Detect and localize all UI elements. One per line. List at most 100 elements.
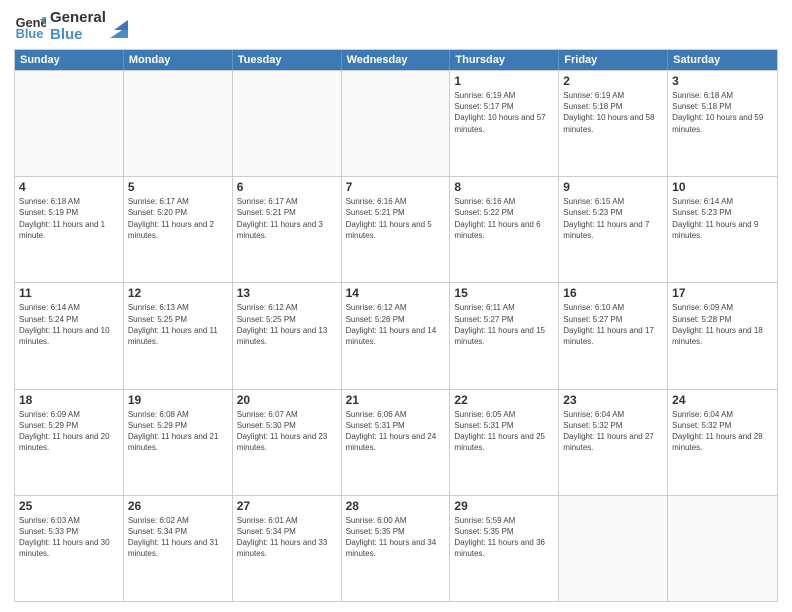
day-info: Sunrise: 6:14 AMSunset: 5:23 PMDaylight:… bbox=[672, 196, 773, 241]
header-tuesday: Tuesday bbox=[233, 50, 342, 70]
logo-blue: Blue bbox=[50, 27, 106, 44]
header-monday: Monday bbox=[124, 50, 233, 70]
header-friday: Friday bbox=[559, 50, 668, 70]
calendar-cell-w2-d7: 10 Sunrise: 6:14 AMSunset: 5:23 PMDayligh… bbox=[668, 177, 777, 282]
header-wednesday: Wednesday bbox=[342, 50, 451, 70]
calendar: Sunday Monday Tuesday Wednesday Thursday… bbox=[14, 49, 778, 602]
header: General Blue General Blue bbox=[14, 10, 778, 43]
calendar-cell-w5-d4: 28 Sunrise: 6:00 AMSunset: 5:35 PMDayligh… bbox=[342, 496, 451, 601]
calendar-cell-w4-d5: 22Sunrise: 6:05 AMSunset: 5:31 PMDayligh… bbox=[450, 390, 559, 495]
day-info: Sunrise: 6:18 AMSunset: 5:18 PMDaylight:… bbox=[672, 90, 773, 135]
calendar-cell-w2-d6: 9 Sunrise: 6:15 AMSunset: 5:23 PMDaylight… bbox=[559, 177, 668, 282]
day-number: 18 bbox=[19, 393, 119, 407]
day-number: 10 bbox=[672, 180, 773, 194]
logo: General Blue General Blue bbox=[14, 10, 128, 43]
day-number: 22 bbox=[454, 393, 554, 407]
day-info: Sunrise: 6:10 AMSunset: 5:27 PMDaylight:… bbox=[563, 302, 663, 347]
day-info: Sunrise: 6:01 AMSunset: 5:34 PMDaylight:… bbox=[237, 515, 337, 560]
calendar-cell-w5-d5: 29 Sunrise: 5:59 AMSunset: 5:35 PMDayligh… bbox=[450, 496, 559, 601]
calendar-cell-w2-d1: 4 Sunrise: 6:18 AMSunset: 5:19 PMDaylight… bbox=[15, 177, 124, 282]
day-number: 29 bbox=[454, 499, 554, 513]
day-number: 8 bbox=[454, 180, 554, 194]
day-info: Sunrise: 6:15 AMSunset: 5:23 PMDaylight:… bbox=[563, 196, 663, 241]
day-info: Sunrise: 6:17 AMSunset: 5:21 PMDaylight:… bbox=[237, 196, 337, 241]
week-row-1: 1 Sunrise: 6:19 AMSunset: 5:17 PMDaylight… bbox=[15, 70, 777, 176]
day-number: 4 bbox=[19, 180, 119, 194]
calendar-cell-w4-d6: 23 Sunrise: 6:04 AMSunset: 5:32 PMDayligh… bbox=[559, 390, 668, 495]
calendar-cell-w4-d4: 21Sunrise: 6:06 AMSunset: 5:31 PMDayligh… bbox=[342, 390, 451, 495]
day-info: Sunrise: 6:18 AMSunset: 5:19 PMDaylight:… bbox=[19, 196, 119, 241]
calendar-cell-w2-d4: 7 Sunrise: 6:16 AMSunset: 5:21 PMDaylight… bbox=[342, 177, 451, 282]
calendar-cell-w5-d6 bbox=[559, 496, 668, 601]
day-info: Sunrise: 5:59 AMSunset: 5:35 PMDaylight:… bbox=[454, 515, 554, 560]
day-number: 26 bbox=[128, 499, 228, 513]
day-info: Sunrise: 6:09 AMSunset: 5:28 PMDaylight:… bbox=[672, 302, 773, 347]
calendar-cell-w1-d1 bbox=[15, 71, 124, 176]
day-info: Sunrise: 6:11 AMSunset: 5:27 PMDaylight:… bbox=[454, 302, 554, 347]
header-saturday: Saturday bbox=[668, 50, 777, 70]
calendar-cell-w3-d2: 12 Sunrise: 6:13 AMSunset: 5:25 PMDayligh… bbox=[124, 283, 233, 388]
calendar-cell-w1-d3 bbox=[233, 71, 342, 176]
calendar-cell-w3-d5: 15 Sunrise: 6:11 AMSunset: 5:27 PMDayligh… bbox=[450, 283, 559, 388]
calendar-cell-w1-d7: 3 Sunrise: 6:18 AMSunset: 5:18 PMDaylight… bbox=[668, 71, 777, 176]
day-info: Sunrise: 6:19 AMSunset: 5:18 PMDaylight:… bbox=[563, 90, 663, 135]
day-number: 1 bbox=[454, 74, 554, 88]
week-row-3: 11 Sunrise: 6:14 AMSunset: 5:24 PMDayligh… bbox=[15, 282, 777, 388]
day-info: Sunrise: 6:19 AMSunset: 5:17 PMDaylight:… bbox=[454, 90, 554, 135]
calendar-header: Sunday Monday Tuesday Wednesday Thursday… bbox=[15, 50, 777, 70]
calendar-cell-w4-d3: 20Sunrise: 6:07 AMSunset: 5:30 PMDayligh… bbox=[233, 390, 342, 495]
day-number: 28 bbox=[346, 499, 446, 513]
day-number: 23 bbox=[563, 393, 663, 407]
page: General Blue General Blue Sunday Monday bbox=[0, 0, 792, 612]
svg-text:Blue: Blue bbox=[16, 26, 44, 41]
day-number: 15 bbox=[454, 286, 554, 300]
calendar-cell-w5-d2: 26 Sunrise: 6:02 AMSunset: 5:34 PMDayligh… bbox=[124, 496, 233, 601]
day-number: 5 bbox=[128, 180, 228, 194]
day-number: 9 bbox=[563, 180, 663, 194]
day-info: Sunrise: 6:16 AMSunset: 5:22 PMDaylight:… bbox=[454, 196, 554, 241]
day-info: Sunrise: 6:03 AMSunset: 5:33 PMDaylight:… bbox=[19, 515, 119, 560]
calendar-cell-w3-d6: 16 Sunrise: 6:10 AMSunset: 5:27 PMDayligh… bbox=[559, 283, 668, 388]
calendar-cell-w3-d1: 11 Sunrise: 6:14 AMSunset: 5:24 PMDayligh… bbox=[15, 283, 124, 388]
day-number: 3 bbox=[672, 74, 773, 88]
calendar-cell-w2-d2: 5 Sunrise: 6:17 AMSunset: 5:20 PMDaylight… bbox=[124, 177, 233, 282]
calendar-cell-w5-d7 bbox=[668, 496, 777, 601]
day-number: 14 bbox=[346, 286, 446, 300]
day-number: 7 bbox=[346, 180, 446, 194]
day-info: Sunrise: 6:02 AMSunset: 5:34 PMDaylight:… bbox=[128, 515, 228, 560]
calendar-cell-w4-d1: 18Sunrise: 6:09 AMSunset: 5:29 PMDayligh… bbox=[15, 390, 124, 495]
day-number: 12 bbox=[128, 286, 228, 300]
calendar-cell-w5-d1: 25 Sunrise: 6:03 AMSunset: 5:33 PMDayligh… bbox=[15, 496, 124, 601]
calendar-cell-w4-d7: 24Sunrise: 6:04 AMSunset: 5:32 PMDayligh… bbox=[668, 390, 777, 495]
day-number: 19 bbox=[128, 393, 228, 407]
logo-triangle-icon bbox=[110, 16, 128, 38]
day-info: Sunrise: 6:14 AMSunset: 5:24 PMDaylight:… bbox=[19, 302, 119, 347]
calendar-body: 1 Sunrise: 6:19 AMSunset: 5:17 PMDaylight… bbox=[15, 70, 777, 601]
calendar-cell-w5-d3: 27Sunrise: 6:01 AMSunset: 5:34 PMDayligh… bbox=[233, 496, 342, 601]
day-number: 21 bbox=[346, 393, 446, 407]
week-row-4: 18Sunrise: 6:09 AMSunset: 5:29 PMDayligh… bbox=[15, 389, 777, 495]
day-number: 25 bbox=[19, 499, 119, 513]
calendar-cell-w1-d5: 1 Sunrise: 6:19 AMSunset: 5:17 PMDaylight… bbox=[450, 71, 559, 176]
week-row-5: 25 Sunrise: 6:03 AMSunset: 5:33 PMDayligh… bbox=[15, 495, 777, 601]
day-info: Sunrise: 6:17 AMSunset: 5:20 PMDaylight:… bbox=[128, 196, 228, 241]
week-row-2: 4 Sunrise: 6:18 AMSunset: 5:19 PMDaylight… bbox=[15, 176, 777, 282]
calendar-cell-w1-d6: 2Sunrise: 6:19 AMSunset: 5:18 PMDaylight… bbox=[559, 71, 668, 176]
header-thursday: Thursday bbox=[450, 50, 559, 70]
day-info: Sunrise: 6:12 AMSunset: 5:25 PMDaylight:… bbox=[237, 302, 337, 347]
day-info: Sunrise: 6:13 AMSunset: 5:25 PMDaylight:… bbox=[128, 302, 228, 347]
calendar-cell-w1-d2 bbox=[124, 71, 233, 176]
day-info: Sunrise: 6:16 AMSunset: 5:21 PMDaylight:… bbox=[346, 196, 446, 241]
day-info: Sunrise: 6:00 AMSunset: 5:35 PMDaylight:… bbox=[346, 515, 446, 560]
day-number: 16 bbox=[563, 286, 663, 300]
day-number: 13 bbox=[237, 286, 337, 300]
day-number: 11 bbox=[19, 286, 119, 300]
logo-icon: General Blue bbox=[14, 11, 46, 43]
day-info: Sunrise: 6:07 AMSunset: 5:30 PMDaylight:… bbox=[237, 409, 337, 454]
logo-general: General bbox=[50, 10, 106, 27]
day-number: 6 bbox=[237, 180, 337, 194]
calendar-cell-w4-d2: 19Sunrise: 6:08 AMSunset: 5:29 PMDayligh… bbox=[124, 390, 233, 495]
day-info: Sunrise: 6:12 AMSunset: 5:26 PMDaylight:… bbox=[346, 302, 446, 347]
day-number: 17 bbox=[672, 286, 773, 300]
day-info: Sunrise: 6:04 AMSunset: 5:32 PMDaylight:… bbox=[563, 409, 663, 454]
